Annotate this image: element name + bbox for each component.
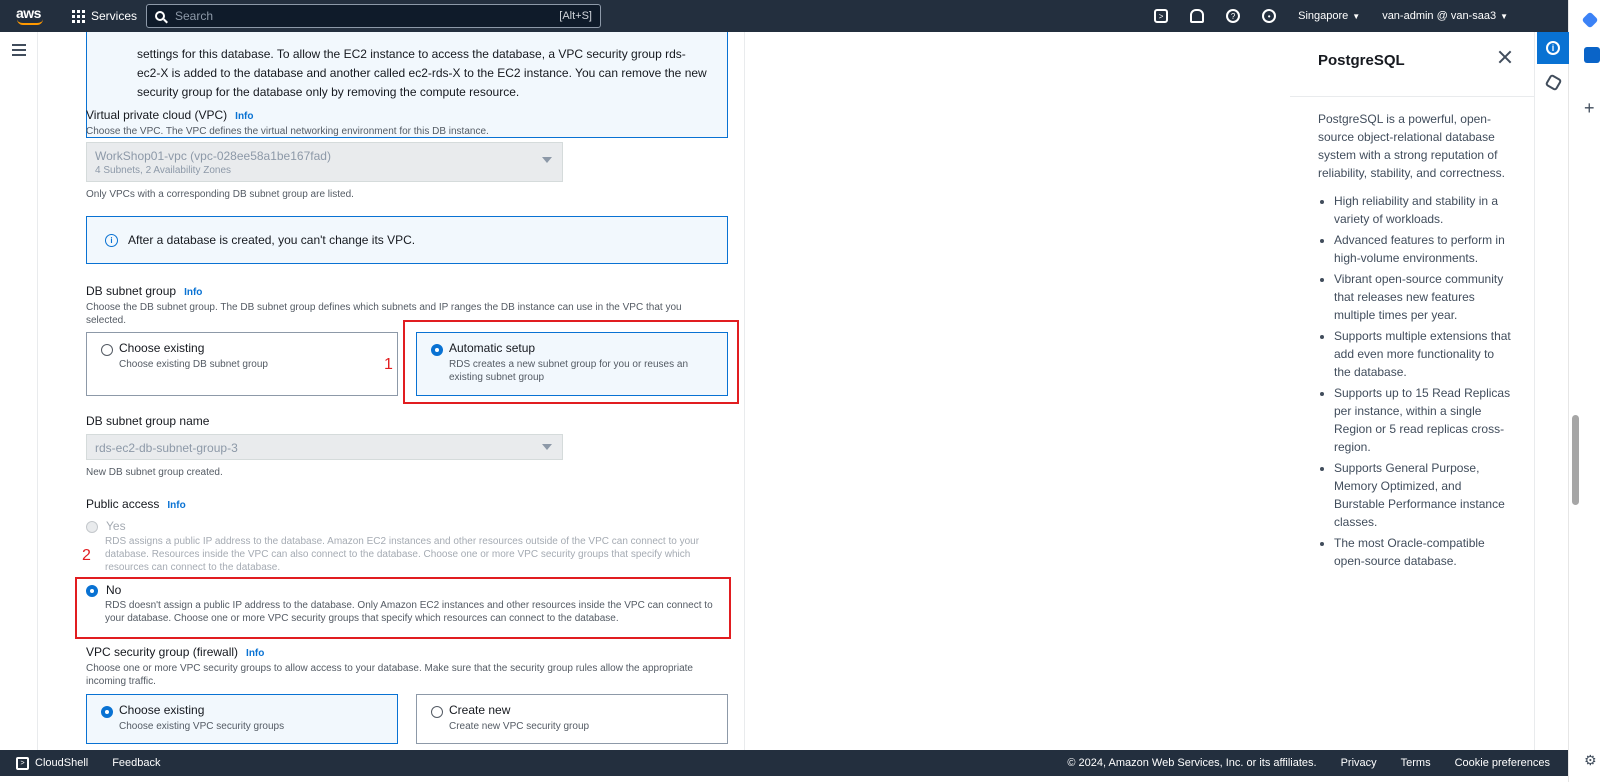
footer: > CloudShell Feedback © 2024, Amazon Web …	[0, 750, 1568, 776]
radio-choose-existing-subnet[interactable]	[101, 344, 113, 356]
compute-resource-note: settings for this database. To allow the…	[86, 32, 728, 138]
radio-sg-choose-existing[interactable]	[101, 706, 113, 718]
plus-icon[interactable]: +	[1584, 99, 1600, 117]
privacy-link[interactable]: Privacy	[1341, 757, 1377, 769]
vpc-label: Virtual private cloud (VPC) Info	[86, 108, 254, 122]
browser-side-rail: + ⚙	[1568, 0, 1622, 782]
annotation-number-1: 1	[384, 356, 393, 373]
security-group-info-link[interactable]: Info	[246, 648, 264, 659]
sg-choose-existing-option[interactable]: Choose existing Choose existing VPC secu…	[86, 694, 398, 744]
account-menu[interactable]: van-admin @ van-saa3 ▼	[1382, 10, 1508, 22]
gear-icon[interactable]: ⚙	[1584, 752, 1600, 768]
scrollbar-thumb[interactable]	[1572, 415, 1579, 505]
divider	[37, 32, 38, 750]
caret-down-icon: ▼	[1352, 11, 1361, 21]
settings-icon[interactable]: •	[1262, 9, 1277, 23]
annotation-box-1	[403, 320, 739, 404]
public-yes-description: RDS assigns a public IP address to the d…	[105, 536, 700, 573]
hamburger-icon[interactable]	[12, 44, 26, 56]
cloudshell-icon: >	[16, 756, 29, 770]
vpc-info-link[interactable]: Info	[235, 111, 253, 122]
search-icon	[155, 11, 165, 21]
list-item: Vibrant open-source community that relea…	[1334, 270, 1512, 324]
tools-rail: i	[1534, 32, 1569, 750]
help-panel-body: PostgreSQL is a powerful, open-source ob…	[1318, 102, 1512, 573]
services-menu-button[interactable]: Services	[72, 9, 137, 23]
subnet-group-name-hint: New DB subnet group created.	[86, 467, 223, 478]
subnet-group-label: DB subnet group Info	[86, 284, 203, 298]
public-yes-title: Yes	[106, 519, 126, 533]
divider	[744, 32, 745, 750]
subnet-group-name-label: DB subnet group name	[86, 414, 210, 428]
security-group-description: Choose one or more VPC security groups t…	[86, 663, 693, 687]
help-intro: PostgreSQL is a powerful, open-source ob…	[1318, 112, 1505, 180]
cloudshell-icon[interactable]: >	[1154, 9, 1169, 23]
terms-link[interactable]: Terms	[1401, 757, 1431, 769]
info-icon: i	[1546, 41, 1560, 55]
region-selector[interactable]: Singapore ▼	[1298, 10, 1360, 22]
subnet-info-link[interactable]: Info	[184, 287, 202, 298]
resources-tab-button[interactable]	[1537, 66, 1569, 98]
cookie-preferences-link[interactable]: Cookie preferences	[1455, 757, 1550, 769]
list-item: Supports General Purpose, Memory Optimiz…	[1334, 459, 1512, 531]
vpc-description: Choose the VPC. The VPC defines the virt…	[86, 126, 489, 137]
vpc-select: WorkShop01-vpc (vpc-028ee58a1be167fad) 4…	[86, 142, 563, 182]
info-tab-button[interactable]: i	[1537, 32, 1569, 64]
list-item: High reliability and stability in a vari…	[1334, 192, 1512, 228]
divider	[1290, 96, 1534, 97]
subnet-choose-existing-option[interactable]: Choose existing Choose existing DB subne…	[86, 332, 398, 396]
tag-icon[interactable]	[1581, 11, 1599, 29]
aws-logo[interactable]: aws	[16, 5, 46, 27]
top-navigation: aws Services Search [Alt+S] > ? • Singap…	[0, 0, 1568, 32]
grid-icon	[72, 9, 85, 23]
help-panel-title: PostgreSQL	[1318, 52, 1405, 69]
vpc-hint: Only VPCs with a corresponding DB subnet…	[86, 189, 354, 200]
help-icon[interactable]: ?	[1226, 9, 1241, 23]
close-icon[interactable]	[1498, 50, 1512, 64]
hexagon-icon	[1544, 73, 1562, 91]
copyright-text: © 2024, Amazon Web Services, Inc. or its…	[1067, 757, 1317, 769]
security-group-label: VPC security group (firewall) Info	[86, 645, 265, 659]
vpc-alert: i After a database is created, you can't…	[86, 216, 728, 264]
search-input[interactable]: Search [Alt+S]	[146, 4, 601, 28]
list-item: Supports up to 15 Read Replicas per inst…	[1334, 384, 1512, 456]
annotation-number-2: 2	[82, 547, 91, 564]
chevron-down-icon	[542, 444, 552, 450]
help-panel: PostgreSQL PostgreSQL is a powerful, ope…	[1290, 32, 1534, 750]
cloudshell-button[interactable]: > CloudShell	[16, 756, 88, 770]
list-item: Supports multiple extensions that add ev…	[1334, 327, 1512, 381]
info-icon: i	[105, 233, 118, 247]
bell-icon[interactable]	[1190, 9, 1205, 23]
chevron-down-icon	[542, 157, 552, 163]
radio-sg-create-new[interactable]	[431, 706, 443, 718]
caret-down-icon: ▼	[1500, 11, 1508, 21]
public-access-label: Public access Info	[86, 497, 186, 511]
help-feature-list: High reliability and stability in a vari…	[1318, 192, 1512, 570]
public-access-info-link[interactable]: Info	[167, 500, 185, 511]
list-item: Advanced features to perform in high-vol…	[1334, 231, 1512, 267]
radio-public-yes	[86, 521, 98, 533]
list-item: The most Oracle-compatible open-source d…	[1334, 534, 1512, 570]
subnet-group-name-select: rds-ec2-db-subnet-group-3	[86, 434, 563, 460]
outlook-icon[interactable]	[1584, 47, 1600, 63]
annotation-box-2	[75, 577, 731, 639]
sg-create-new-option[interactable]: Create new Create new VPC security group	[416, 694, 728, 744]
feedback-link[interactable]: Feedback	[112, 757, 160, 769]
